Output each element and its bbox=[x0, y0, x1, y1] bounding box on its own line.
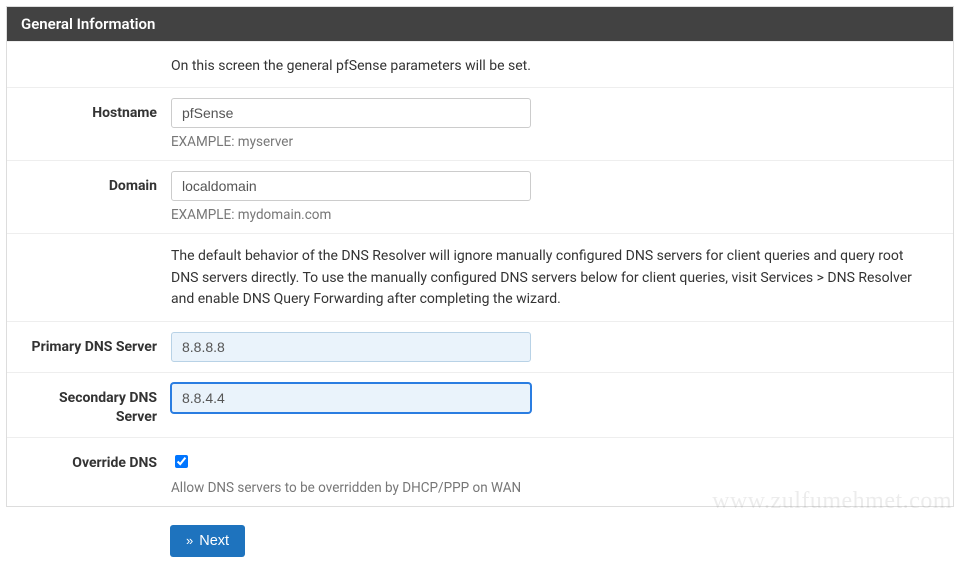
domain-input[interactable] bbox=[171, 171, 531, 201]
domain-help: EXAMPLE: mydomain.com bbox=[171, 207, 939, 223]
next-button-label: Next bbox=[199, 533, 229, 549]
dns-note-row: The default behavior of the DNS Resolver… bbox=[7, 233, 953, 321]
override-dns-label: Override DNS bbox=[21, 448, 171, 496]
panel-title: General Information bbox=[7, 7, 953, 41]
primary-dns-row: Primary DNS Server bbox=[7, 321, 953, 372]
override-dns-desc: Allow DNS servers to be overridden by DH… bbox=[171, 480, 939, 496]
domain-row: Domain EXAMPLE: mydomain.com bbox=[7, 160, 953, 233]
intro-row: On this screen the general pfSense param… bbox=[7, 41, 953, 87]
general-information-panel: General Information On this screen the g… bbox=[6, 6, 954, 507]
domain-label: Domain bbox=[21, 171, 171, 223]
hostname-row: Hostname EXAMPLE: myserver bbox=[7, 87, 953, 160]
secondary-dns-row: Secondary DNS Server bbox=[7, 372, 953, 437]
dns-note-text: The default behavior of the DNS Resolver… bbox=[171, 244, 939, 311]
primary-dns-input[interactable] bbox=[171, 332, 531, 362]
intro-text: On this screen the general pfSense param… bbox=[171, 52, 939, 77]
secondary-dns-label: Secondary DNS Server bbox=[21, 383, 171, 427]
hostname-input[interactable] bbox=[171, 98, 531, 128]
override-dns-checkbox[interactable] bbox=[175, 455, 188, 468]
hostname-help: EXAMPLE: myserver bbox=[171, 134, 939, 150]
hostname-label: Hostname bbox=[21, 98, 171, 150]
button-row: » Next bbox=[0, 513, 960, 569]
next-button[interactable]: » Next bbox=[170, 525, 245, 557]
primary-dns-label: Primary DNS Server bbox=[21, 332, 171, 362]
chevrons-right-icon: » bbox=[186, 534, 193, 547]
override-dns-row: Override DNS Allow DNS servers to be ove… bbox=[7, 437, 953, 506]
secondary-dns-input[interactable] bbox=[171, 383, 531, 413]
